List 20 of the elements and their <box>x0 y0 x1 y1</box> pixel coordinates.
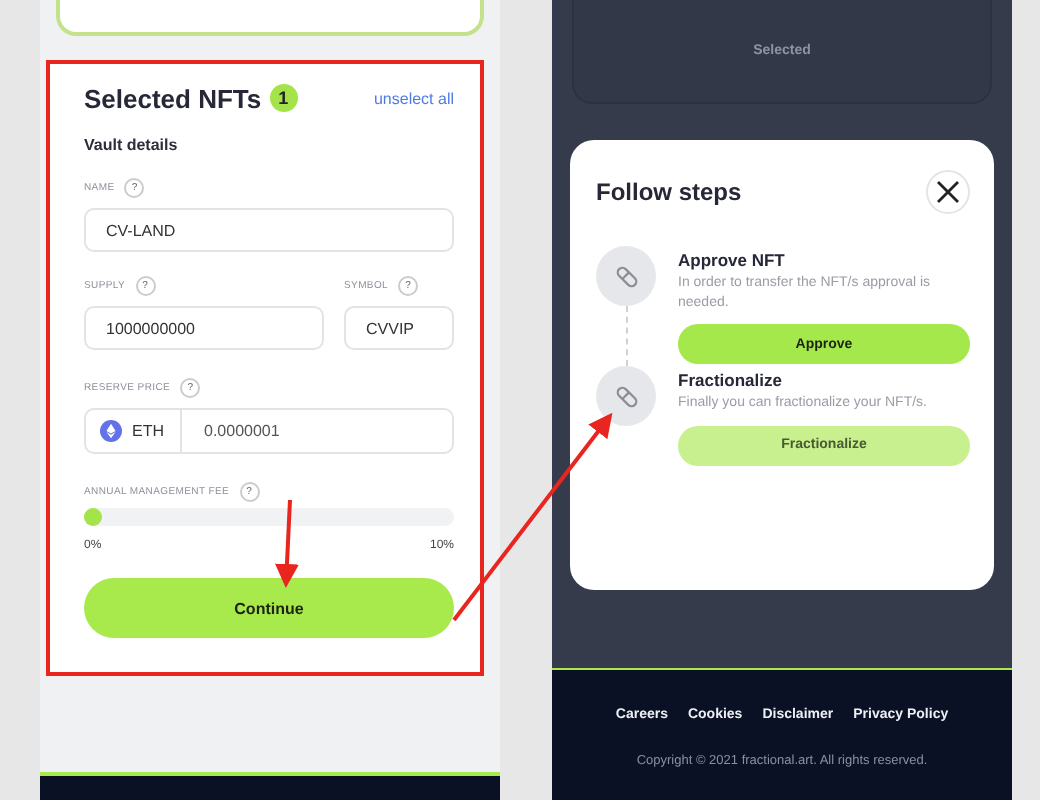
supply-field[interactable]: 1000000000 <box>84 306 324 350</box>
ethereum-icon <box>100 420 122 442</box>
modal-title: Follow steps <box>596 178 742 206</box>
subsection-title: Vault details <box>84 136 180 154</box>
price-value: 0.0000001 <box>202 422 280 440</box>
step-title: Approve NFT <box>678 250 787 270</box>
slider-thumb[interactable] <box>84 508 102 526</box>
annotation-arrow <box>274 499 299 588</box>
section-title: Selected NFTs <box>84 83 262 113</box>
count-badge: 1 <box>269 84 298 112</box>
close-icon <box>936 180 960 204</box>
close-button[interactable] <box>926 170 970 214</box>
name-field[interactable]: CV-LAND <box>84 208 454 252</box>
continue-button[interactable]: Continue <box>84 578 454 638</box>
unselect-all-link[interactable]: unselect all <box>373 89 454 107</box>
fee-slider[interactable] <box>84 508 454 526</box>
step-title: Fractionalize <box>678 370 784 390</box>
price-field[interactable]: ETH 0.0000001 <box>84 408 454 454</box>
symbol-field[interactable]: CVVIP <box>344 306 454 350</box>
currency-label: ETH <box>132 422 164 440</box>
